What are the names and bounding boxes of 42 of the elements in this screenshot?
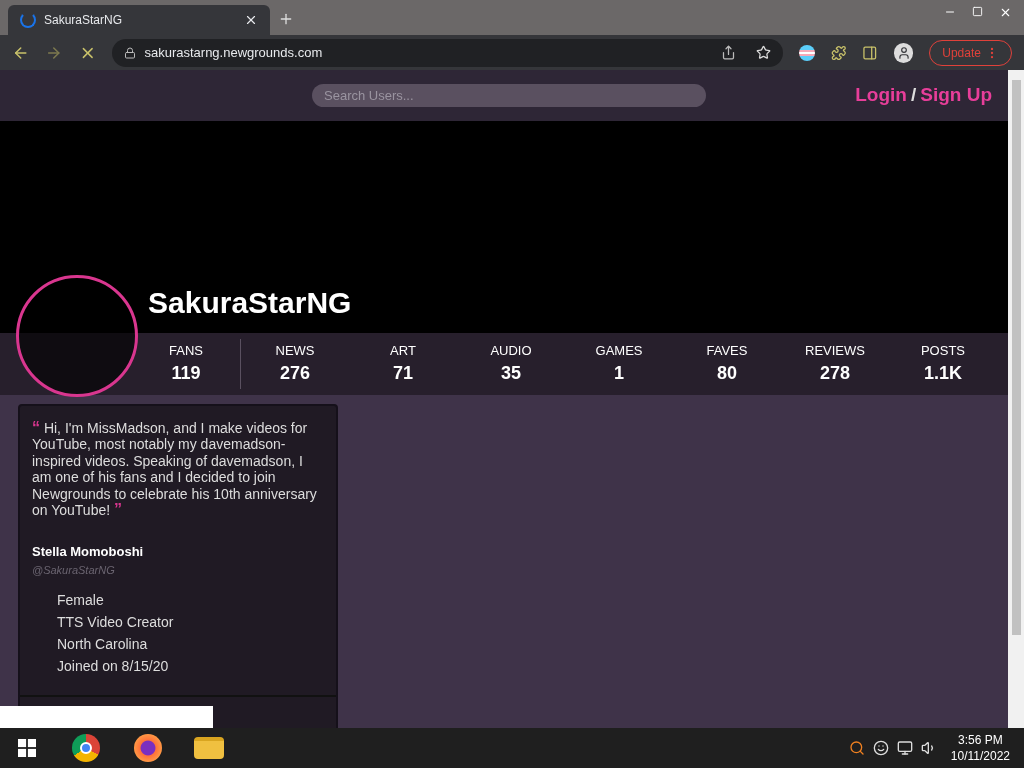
stat-link[interactable]: ART 71	[349, 340, 457, 388]
restore-icon[interactable]	[972, 6, 983, 17]
stat-link[interactable]: AUDIO 35	[457, 340, 565, 388]
stat-link[interactable]: FANS 119	[132, 340, 240, 388]
bio-text: “ Hi, I'm MissMadson, and I make videos for YouTube, most notably my davemadson-inspired videos. Speaking of davemadson, I am one of his fans and I decided to join Newgrounds to celebrate his 10th anniversary on YouTube! ”	[32, 420, 318, 519]
extension-flag-icon[interactable]	[799, 44, 815, 61]
stat-link[interactable]: GAMES 1	[565, 340, 673, 388]
windows-start-icon[interactable]	[18, 739, 36, 757]
address-bar[interactable]: sakurastarng.newgrounds.com	[112, 38, 784, 67]
signup-link[interactable]: Sign Up	[920, 81, 992, 110]
smiley-tray-icon[interactable]	[872, 740, 889, 756]
bookmark-star-icon[interactable]	[756, 45, 772, 60]
handle-text: @SakuraStarNG	[32, 562, 116, 578]
close-icon[interactable]	[999, 6, 1012, 19]
close-icon[interactable]	[244, 13, 258, 27]
username-title: SakuraStarNG	[148, 285, 352, 321]
puzzle-icon[interactable]	[830, 44, 847, 61]
profile-detail: Joined on 8/15/20	[57, 658, 170, 676]
chrome-icon[interactable]	[72, 734, 100, 762]
stat-link[interactable]: POSTS 1.1K	[889, 340, 997, 388]
display-name: Stella Momoboshi	[32, 543, 145, 562]
tab-title: SakuraStarNG	[44, 12, 124, 29]
stat-link[interactable]: NEWS 276	[241, 340, 349, 388]
login-link[interactable]: Login	[855, 81, 907, 110]
network-icon[interactable]	[896, 740, 913, 756]
profile-detail: Female	[57, 592, 105, 610]
firefox-icon[interactable]	[134, 734, 162, 762]
stat-link[interactable]: REVIEWS 278	[781, 340, 889, 388]
separator-text: /	[910, 83, 917, 108]
search-field[interactable]: Search Users...	[312, 84, 706, 107]
new-tab-icon[interactable]	[278, 11, 294, 27]
search-tray-icon[interactable]	[848, 740, 865, 756]
side-panel-icon[interactable]	[862, 44, 878, 61]
url-text: sakurastarng.newgrounds.com	[144, 43, 324, 62]
profile-icon[interactable]	[893, 42, 914, 63]
profile-detail: TTS Video Creator	[57, 614, 175, 632]
profile-detail: North Carolina	[57, 636, 149, 654]
share-icon[interactable]	[721, 45, 737, 60]
clock[interactable]: 3:56 PM 10/11/2022	[950, 732, 1010, 764]
browser-tab[interactable]: SakuraStarNG	[8, 5, 270, 35]
lock-icon	[124, 46, 137, 59]
stat-link[interactable]: FAVES 80	[673, 340, 781, 388]
